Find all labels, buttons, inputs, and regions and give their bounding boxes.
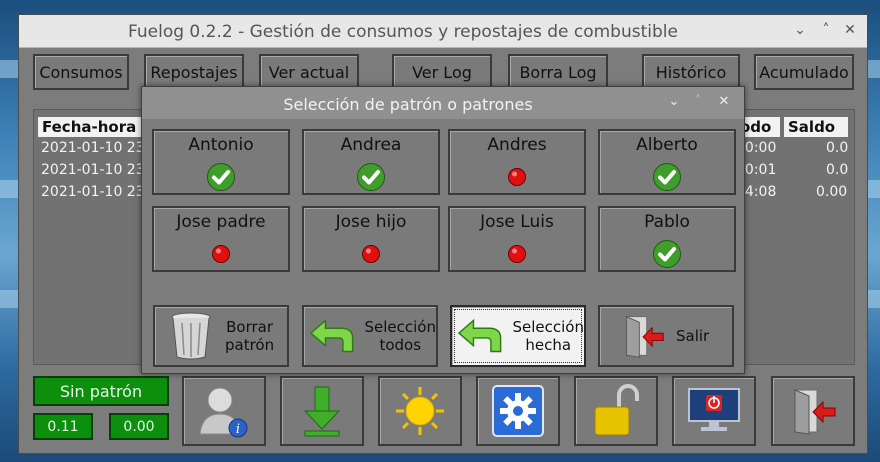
maximize-icon[interactable]: ˄ bbox=[817, 21, 835, 39]
row2-fecha: 2021-01-10 23 bbox=[41, 162, 145, 178]
patron-button-jose-luis[interactable]: Jose Luis bbox=[448, 206, 586, 272]
patron-status: Sin patrón bbox=[33, 376, 169, 406]
patron-name: Andrea bbox=[340, 135, 402, 155]
row1-saldo: 0.0 bbox=[826, 140, 849, 156]
borra-log-label: Borra Log bbox=[519, 62, 597, 82]
patron-name: Andres bbox=[487, 135, 547, 155]
row3-saldo: 0.00 bbox=[816, 184, 848, 200]
consumos-button[interactable]: Consumos bbox=[33, 54, 129, 90]
ver-actual-label: Ver actual bbox=[268, 62, 350, 82]
header-fecha-hora[interactable]: Fecha-hora bbox=[38, 117, 142, 137]
historico-button[interactable]: Histórico bbox=[642, 54, 740, 90]
sun-button[interactable] bbox=[378, 376, 462, 446]
historico-label: Histórico bbox=[655, 62, 727, 82]
undo-arrow-icon bbox=[309, 318, 354, 353]
undo-arrow-icon bbox=[457, 318, 502, 353]
salir-button[interactable]: Salir bbox=[598, 305, 734, 367]
consumos-label: Consumos bbox=[39, 62, 123, 82]
padlock-open-icon bbox=[594, 384, 639, 436]
settings-gear-icon bbox=[492, 385, 544, 437]
exit-door-icon bbox=[625, 315, 664, 358]
close-icon[interactable]: ✕ bbox=[841, 21, 859, 39]
check-icon bbox=[653, 163, 681, 191]
sun-icon bbox=[396, 387, 444, 435]
window-title: Fuelog 0.2.2 - Gestión de consumos y rep… bbox=[128, 22, 678, 42]
check-icon bbox=[207, 163, 235, 191]
status-value-2: 0.00 bbox=[109, 413, 169, 440]
patron-button-pablo[interactable]: Pablo bbox=[598, 206, 736, 272]
download-button[interactable] bbox=[280, 376, 364, 446]
seleccion-todos-label: Selección todos bbox=[365, 318, 437, 354]
window-titlebar: Fuelog 0.2.2 - Gestión de consumos y rep… bbox=[19, 15, 867, 48]
red-dot-icon bbox=[508, 168, 526, 186]
lock-button[interactable] bbox=[574, 376, 658, 446]
todos-line1: Selección bbox=[364, 318, 437, 336]
patron-selection-dialog: Selección de patrón o patrones ⌄ ˄ ✕ Ant… bbox=[141, 86, 745, 374]
patron-name: Alberto bbox=[636, 135, 698, 155]
check-icon bbox=[653, 240, 681, 268]
dialog-titlebar: Selección de patrón o patrones ⌄ ˄ ✕ bbox=[142, 87, 744, 119]
borra-log-button[interactable]: Borra Log bbox=[508, 54, 608, 90]
power-button[interactable] bbox=[672, 376, 756, 446]
download-arrow-icon bbox=[303, 386, 341, 437]
ver-log-button[interactable]: Ver Log bbox=[392, 54, 492, 90]
monitor-power-icon bbox=[688, 388, 740, 431]
repostajes-button[interactable]: Repostajes bbox=[144, 54, 244, 90]
borrar-patron-button[interactable]: Borrar patrón bbox=[153, 305, 289, 367]
ver-actual-button[interactable]: Ver actual bbox=[259, 54, 359, 90]
dialog-title: Selección de patrón o patrones bbox=[283, 95, 533, 114]
patron-name: Jose hijo bbox=[335, 212, 407, 232]
repostajes-label: Repostajes bbox=[150, 62, 238, 82]
trash-bin-icon bbox=[171, 312, 211, 360]
patron-name: Jose padre bbox=[176, 212, 266, 232]
dialog-close-icon[interactable]: ✕ bbox=[716, 94, 732, 110]
header-saldo[interactable]: Saldo bbox=[784, 117, 848, 137]
exit-app-button[interactable] bbox=[771, 376, 855, 446]
patron-button-andrea[interactable]: Andrea bbox=[302, 129, 440, 195]
dialog-maximize-icon[interactable]: ˄ bbox=[690, 94, 706, 110]
svg-text:i: i bbox=[236, 422, 240, 437]
user-info-button[interactable]: i bbox=[182, 376, 266, 446]
settings-button[interactable] bbox=[476, 376, 560, 446]
minimize-icon[interactable]: ⌄ bbox=[791, 21, 809, 39]
patron-button-antonio[interactable]: Antonio bbox=[152, 129, 290, 195]
patron-name: Pablo bbox=[644, 212, 690, 232]
patron-name: Antonio bbox=[188, 135, 254, 155]
patron-button-alberto[interactable]: Alberto bbox=[598, 129, 736, 195]
seleccion-todos-button[interactable]: Selección todos bbox=[302, 305, 438, 367]
patron-name: Jose Luis bbox=[480, 212, 554, 232]
check-icon bbox=[357, 163, 385, 191]
borrar-patron-label: Borrar patrón bbox=[225, 318, 274, 354]
seleccion-hecha-label: Selección hecha bbox=[513, 318, 585, 354]
exit-door-icon bbox=[794, 389, 836, 435]
patron-button-jose-padre[interactable]: Jose padre bbox=[152, 206, 290, 272]
patron-button-jose-hijo[interactable]: Jose hijo bbox=[302, 206, 440, 272]
red-dot-icon bbox=[508, 245, 526, 263]
red-dot-icon bbox=[362, 245, 380, 263]
borrar-line2: patrón bbox=[225, 336, 275, 354]
dialog-minimize-icon[interactable]: ⌄ bbox=[666, 94, 682, 110]
borrar-line1: Borrar bbox=[226, 318, 274, 336]
row3-fecha: 2021-01-10 23 bbox=[41, 184, 145, 200]
acumulado-label: Acumulado bbox=[759, 62, 849, 82]
todos-line2: todos bbox=[379, 336, 422, 354]
hecha-line1: Selección bbox=[512, 318, 585, 336]
row2-saldo: 0.0 bbox=[826, 162, 849, 178]
seleccion-hecha-button[interactable]: Selección hecha bbox=[450, 305, 586, 367]
patron-button-andres[interactable]: Andres bbox=[448, 129, 586, 195]
row1-fecha: 2021-01-10 23 bbox=[41, 140, 145, 156]
acumulado-button[interactable]: Acumulado bbox=[754, 54, 854, 90]
status-value-1: 0.11 bbox=[33, 413, 93, 440]
salir-label: Salir bbox=[676, 327, 710, 345]
hecha-line2: hecha bbox=[525, 336, 572, 354]
red-dot-icon bbox=[212, 245, 230, 263]
user-info-icon: i bbox=[199, 387, 248, 438]
ver-log-label: Ver Log bbox=[412, 62, 472, 82]
